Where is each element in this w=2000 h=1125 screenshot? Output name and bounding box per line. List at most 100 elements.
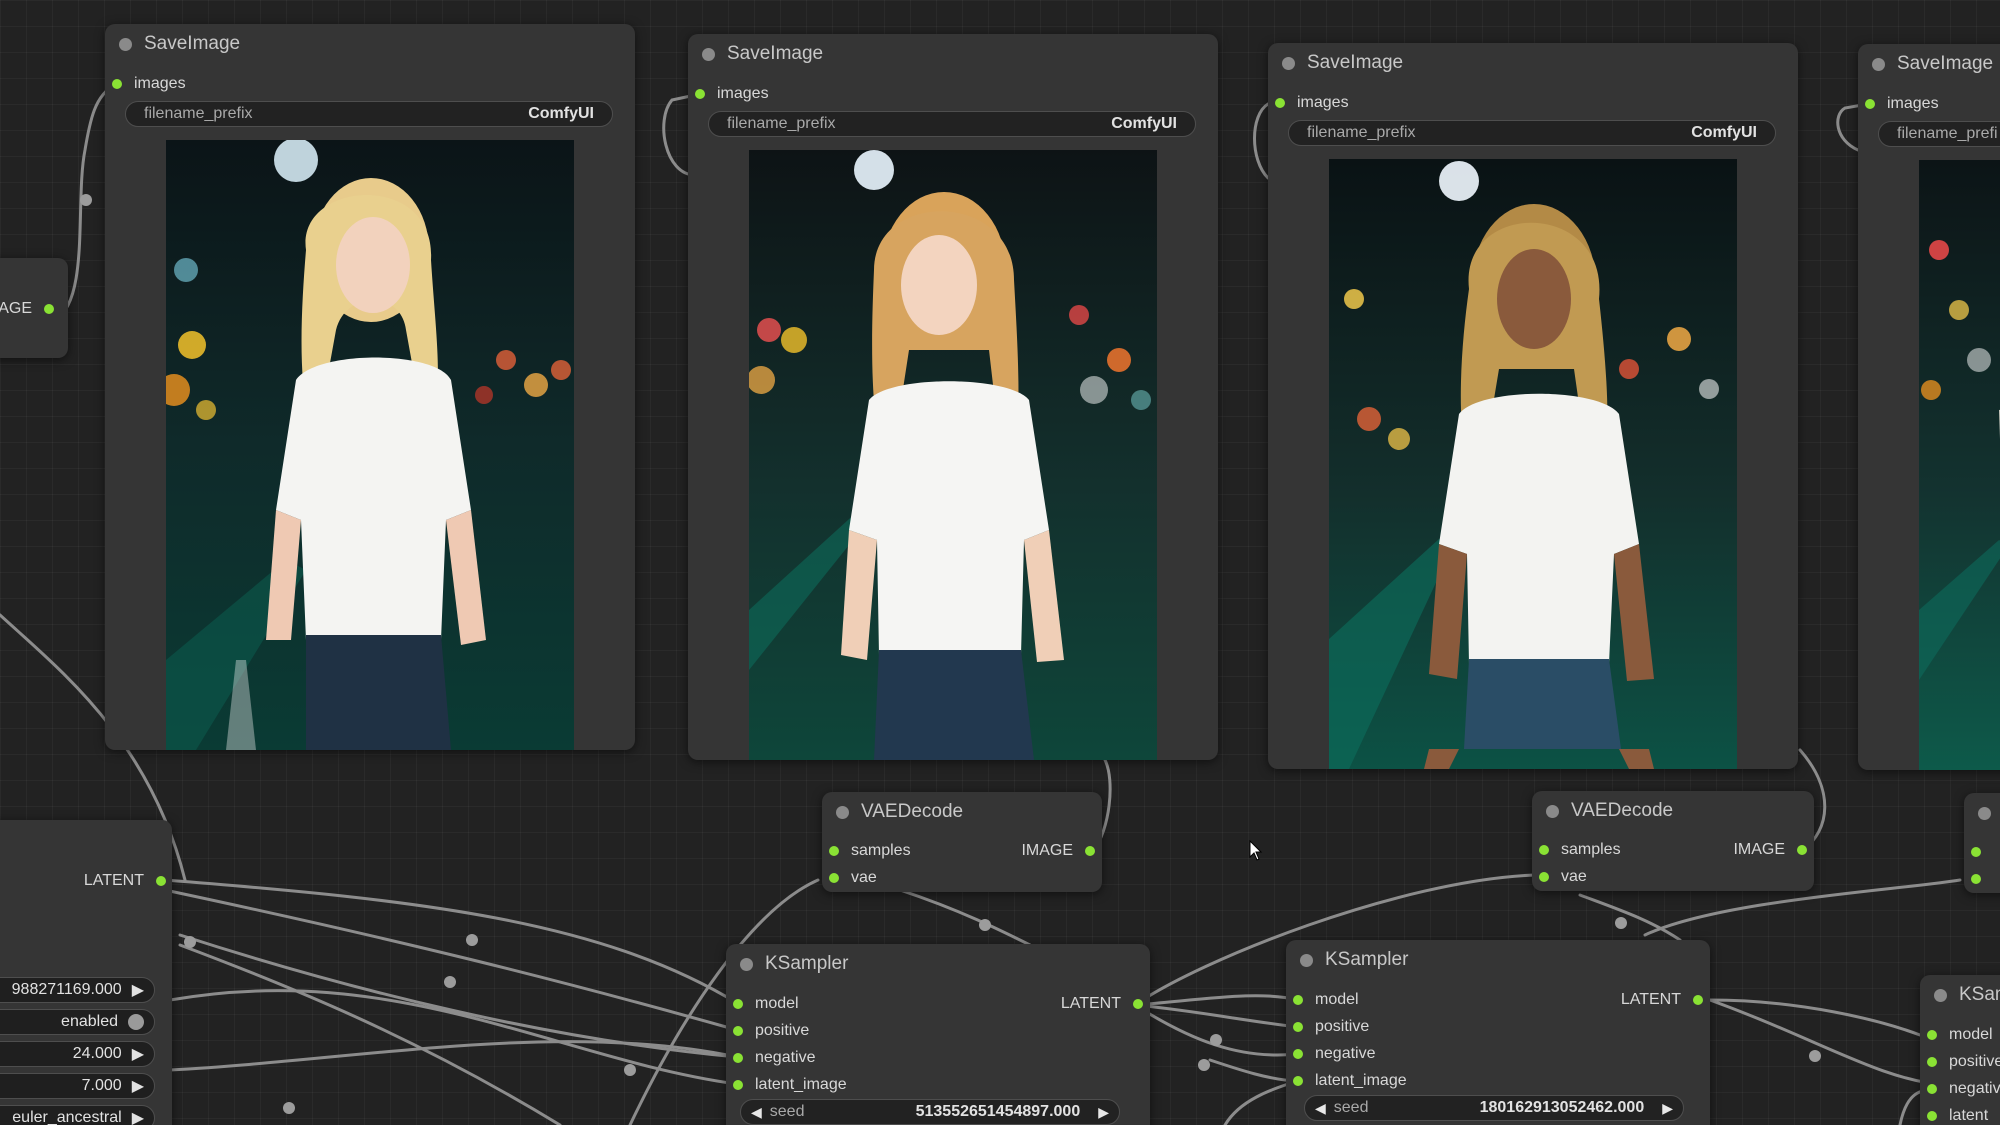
latent-output-slot[interactable]: LATENT: [1061, 993, 1143, 1015]
positive-input-slot[interactable]: positive: [1927, 1051, 2000, 1073]
node-title[interactable]: KSam: [1920, 975, 2000, 1015]
filename-prefix-field[interactable]: filename_prefix ComfyUI: [1288, 120, 1776, 146]
node-title[interactable]: SaveImage: [105, 24, 635, 64]
model-input-slot[interactable]: model: [733, 993, 799, 1015]
save-image-node-3[interactable]: SaveImage images filename_prefix ComfyUI: [1268, 43, 1798, 769]
decrement-arrow-icon[interactable]: ◀: [751, 1104, 762, 1121]
increment-arrow-icon[interactable]: ▶: [1098, 1104, 1109, 1121]
filename-prefix-field[interactable]: filename_prefi: [1878, 121, 2000, 147]
seed-widget[interactable]: ◀ seed 180162913052462.000 ▶: [1304, 1095, 1684, 1121]
link-midpoint: [1615, 917, 1627, 929]
increment-arrow-icon[interactable]: ▶: [132, 980, 144, 1000]
filename-prefix-field[interactable]: filename_prefix ComfyUI: [708, 111, 1196, 137]
cfg-widget[interactable]: 7.000 ▶: [0, 1073, 155, 1099]
filename-prefix-field[interactable]: filename_prefix ComfyUI: [125, 101, 613, 127]
node-title[interactable]: VAEDecode: [1532, 791, 1814, 831]
link: [1133, 1003, 1299, 1057]
link-midpoint: [466, 934, 478, 946]
increment-arrow-icon[interactable]: ▶: [132, 1108, 144, 1125]
node-title[interactable]: [1964, 793, 2000, 833]
node-title[interactable]: SaveImage: [1268, 43, 1798, 83]
upstream-node-partial[interactable]: IMAGE: [0, 258, 68, 358]
vae-input-slot[interactable]: vae: [829, 867, 877, 889]
node-title[interactable]: KSampler: [1286, 940, 1710, 980]
node-title[interactable]: KSampler: [726, 944, 1150, 984]
link-midpoint: [283, 1102, 295, 1114]
save-image-node-4[interactable]: SaveImage images filename_prefi: [1858, 44, 2000, 770]
node-title[interactable]: SaveImage: [688, 34, 1218, 74]
link-midpoint: [979, 919, 991, 931]
image-output-slot[interactable]: IMAGE: [0, 298, 54, 320]
negative-input-slot[interactable]: negative: [733, 1047, 816, 1069]
link-midpoint: [1809, 1050, 1821, 1062]
latent-output-slot[interactable]: LATENT: [1621, 989, 1703, 1011]
link: [168, 989, 739, 1086]
positive-input-slot[interactable]: positive: [733, 1020, 809, 1042]
negative-input-slot[interactable]: negativ: [1927, 1078, 2000, 1100]
link: [1578, 893, 1682, 942]
seed-widget[interactable]: ◀ seed 513552651454897.000 ▶: [740, 1099, 1120, 1125]
model-input-slot[interactable]: model: [1293, 989, 1359, 1011]
samples-input-slot[interactable]: [1971, 841, 1993, 863]
latent-output-slot[interactable]: LATENT: [84, 870, 166, 892]
ksampler-node-1[interactable]: KSampler model positive negative latent_…: [726, 944, 1150, 1125]
vae-input-slot[interactable]: [1971, 868, 1993, 890]
link-midpoint: [1210, 1034, 1222, 1046]
node-graph-canvas[interactable]: IMAGE LATENT 988271169.000 ▶ enabled 24.…: [0, 0, 2000, 1125]
collapse-dot-icon[interactable]: [1546, 804, 1559, 818]
vae-decode-node-2[interactable]: VAEDecode samples vae IMAGE: [1532, 791, 1814, 891]
mouse-cursor-icon: [1249, 840, 1263, 861]
collapse-dot-icon[interactable]: [119, 37, 132, 51]
seed-widget[interactable]: 988271169.000 ▶: [0, 977, 155, 1003]
node-title[interactable]: SaveImage: [1858, 44, 2000, 84]
collapse-dot-icon[interactable]: [1282, 56, 1295, 70]
vae-input-slot[interactable]: vae: [1539, 866, 1587, 888]
images-input-slot[interactable]: images: [695, 83, 769, 105]
link: [1708, 998, 1947, 1087]
images-input-slot[interactable]: images: [112, 73, 186, 95]
steps-widget[interactable]: 24.000 ▶: [0, 1041, 155, 1067]
samples-input-slot[interactable]: samples: [829, 840, 911, 862]
image-preview[interactable]: [749, 150, 1157, 760]
ksampler-node-2[interactable]: KSampler model positive negative latent_…: [1286, 940, 1710, 1125]
image-preview[interactable]: [1919, 160, 2000, 770]
increment-arrow-icon[interactable]: ▶: [1662, 1100, 1673, 1117]
node-title[interactable]: VAEDecode: [822, 792, 1102, 832]
collapse-dot-icon[interactable]: [1934, 988, 1947, 1002]
latent-image-input-slot[interactable]: latent_image: [733, 1074, 847, 1096]
ksampler-node-3-partial[interactable]: KSam model positive negativ latent: [1920, 975, 2000, 1125]
link-midpoint: [444, 976, 456, 988]
vae-decode-node-3-partial[interactable]: [1964, 793, 2000, 893]
add-noise-toggle[interactable]: enabled: [0, 1009, 155, 1035]
images-input-slot[interactable]: images: [1865, 93, 1939, 115]
link-midpoint: [624, 1064, 636, 1076]
image-preview[interactable]: [1329, 159, 1737, 769]
negative-input-slot[interactable]: negative: [1293, 1043, 1376, 1065]
images-input-slot[interactable]: images: [1275, 92, 1349, 114]
collapse-dot-icon[interactable]: [1978, 806, 1991, 820]
collapse-dot-icon[interactable]: [1300, 953, 1313, 967]
increment-arrow-icon[interactable]: ▶: [132, 1044, 144, 1064]
sampler-name-widget[interactable]: euler_ancestral ▶: [0, 1105, 155, 1125]
latent-image-input-slot[interactable]: latent_image: [1293, 1070, 1407, 1092]
latent-image-input-slot[interactable]: latent: [1927, 1105, 1988, 1125]
image-preview[interactable]: [166, 140, 574, 750]
vae-decode-node-1[interactable]: VAEDecode samples vae IMAGE: [822, 792, 1102, 892]
save-image-node-1[interactable]: SaveImage images filename_prefix ComfyUI: [105, 24, 635, 750]
increment-arrow-icon[interactable]: ▶: [132, 1076, 144, 1096]
decrement-arrow-icon[interactable]: ◀: [1315, 1100, 1326, 1117]
collapse-dot-icon[interactable]: [702, 47, 715, 61]
link: [1708, 998, 1922, 1037]
collapse-dot-icon[interactable]: [836, 805, 849, 819]
collapse-dot-icon[interactable]: [1872, 57, 1885, 71]
toggle-knob-icon: [128, 1014, 144, 1030]
positive-input-slot[interactable]: positive: [1293, 1016, 1369, 1038]
model-input-slot[interactable]: model: [1927, 1024, 1993, 1046]
image-output-slot[interactable]: IMAGE: [1733, 839, 1807, 861]
image-output-slot[interactable]: IMAGE: [1021, 840, 1095, 862]
samples-input-slot[interactable]: samples: [1539, 839, 1621, 861]
link: [178, 933, 739, 1059]
sampler-node-partial[interactable]: LATENT 988271169.000 ▶ enabled 24.000 ▶ …: [0, 820, 172, 1125]
collapse-dot-icon[interactable]: [740, 957, 753, 971]
save-image-node-2[interactable]: SaveImage images filename_prefix ComfyUI: [688, 34, 1218, 760]
